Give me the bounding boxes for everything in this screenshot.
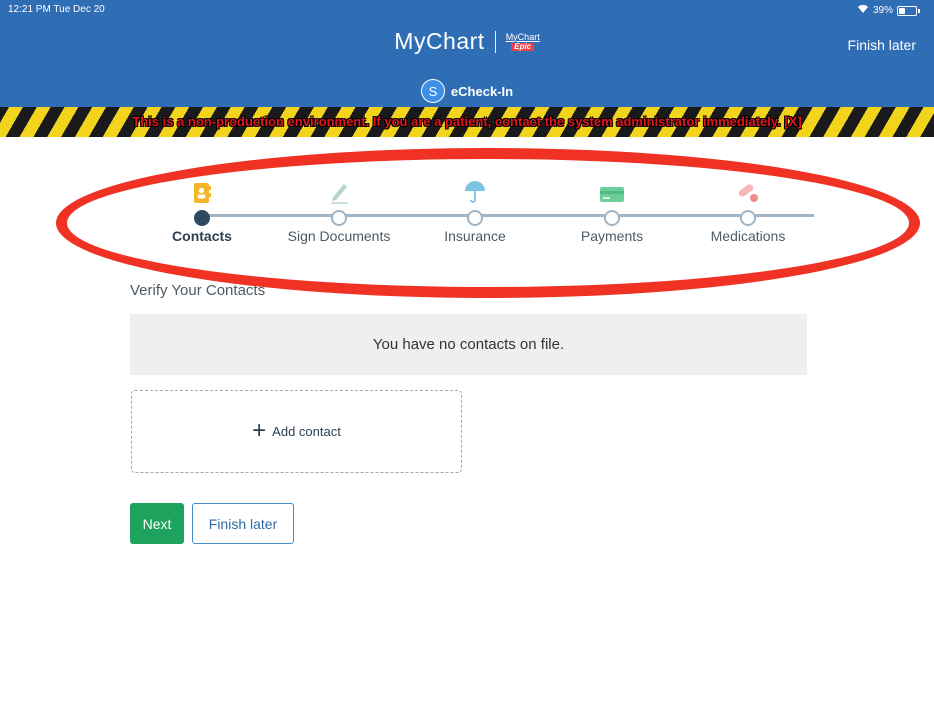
- logo-row: MyChart MyChart Epic: [0, 28, 934, 55]
- mychart-logo: MyChart: [394, 28, 485, 54]
- echeckin-label: eCheck-In: [450, 83, 514, 99]
- empty-contacts-message: You have no contacts on file.: [130, 314, 807, 375]
- status-time: 12:21 PM Tue Dec 20: [8, 4, 105, 15]
- add-contact-button[interactable]: + Add contact: [131, 390, 462, 473]
- echeckin-indicator: S eCheck-In: [0, 79, 934, 103]
- wifi-icon: [857, 4, 869, 17]
- environment-warning-text[interactable]: This is a non-production environment. If…: [0, 114, 934, 129]
- app-header: 12:21 PM Tue Dec 20 39% MyChart MyChart …: [0, 0, 934, 107]
- next-button[interactable]: Next: [130, 503, 184, 544]
- mychart-epic-badge: MyChart Epic: [505, 31, 540, 51]
- empty-contacts-text: You have no contacts on file.: [372, 336, 565, 353]
- finish-later-button[interactable]: Finish later: [192, 503, 294, 544]
- plus-icon: +: [252, 416, 267, 444]
- battery-icon: [897, 5, 917, 16]
- battery-percent: 39%: [872, 5, 893, 16]
- add-contact-label: Add contact: [272, 424, 341, 439]
- annotation-ellipse: [56, 148, 920, 298]
- avatar: S: [420, 79, 445, 103]
- environment-warning-banner: This is a non-production environment. If…: [0, 107, 934, 137]
- finish-later-link[interactable]: Finish later: [848, 37, 916, 53]
- status-icons: 39%: [857, 4, 920, 17]
